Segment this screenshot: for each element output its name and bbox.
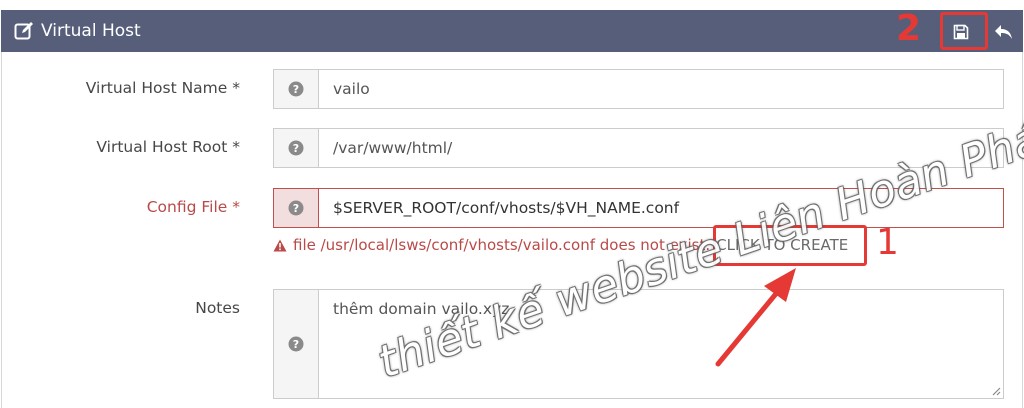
notes-help[interactable]: ? <box>273 289 319 399</box>
warning-triangle-icon <box>273 239 287 251</box>
undo-arrow-icon <box>995 25 1012 39</box>
step1-number: 1 <box>876 222 899 263</box>
vhost-root-help[interactable]: ? <box>273 128 319 168</box>
step2-highlight <box>940 12 988 50</box>
step2-number: 2 <box>896 8 922 49</box>
vhost-name-help[interactable]: ? <box>273 69 319 109</box>
vhost-name-input[interactable]: vailo <box>318 69 1004 109</box>
question-circle-icon: ? <box>288 200 304 216</box>
question-circle-icon: ? <box>288 336 304 352</box>
svg-text:?: ? <box>293 83 299 96</box>
svg-text:?: ? <box>293 202 299 215</box>
back-button[interactable] <box>991 19 1017 45</box>
header-title-group: Virtual Host <box>14 10 141 52</box>
page-title: Virtual Host <box>41 21 141 41</box>
svg-text:?: ? <box>293 338 299 351</box>
question-circle-icon: ? <box>288 81 304 97</box>
question-circle-icon: ? <box>288 140 304 156</box>
svg-text:?: ? <box>293 142 299 155</box>
edit-icon <box>14 22 33 40</box>
pointer-arrow-icon <box>715 268 796 367</box>
vhost-name-label: Virtual Host Name * <box>85 79 240 97</box>
config-file-help[interactable]: ? <box>273 188 319 228</box>
vhost-root-label: Virtual Host Root * <box>96 138 240 156</box>
notes-label: Notes <box>195 299 240 317</box>
resize-grip-icon[interactable] <box>991 386 1001 396</box>
panel-header: Virtual Host <box>1 10 1023 52</box>
config-file-label: Config File * <box>146 198 240 216</box>
